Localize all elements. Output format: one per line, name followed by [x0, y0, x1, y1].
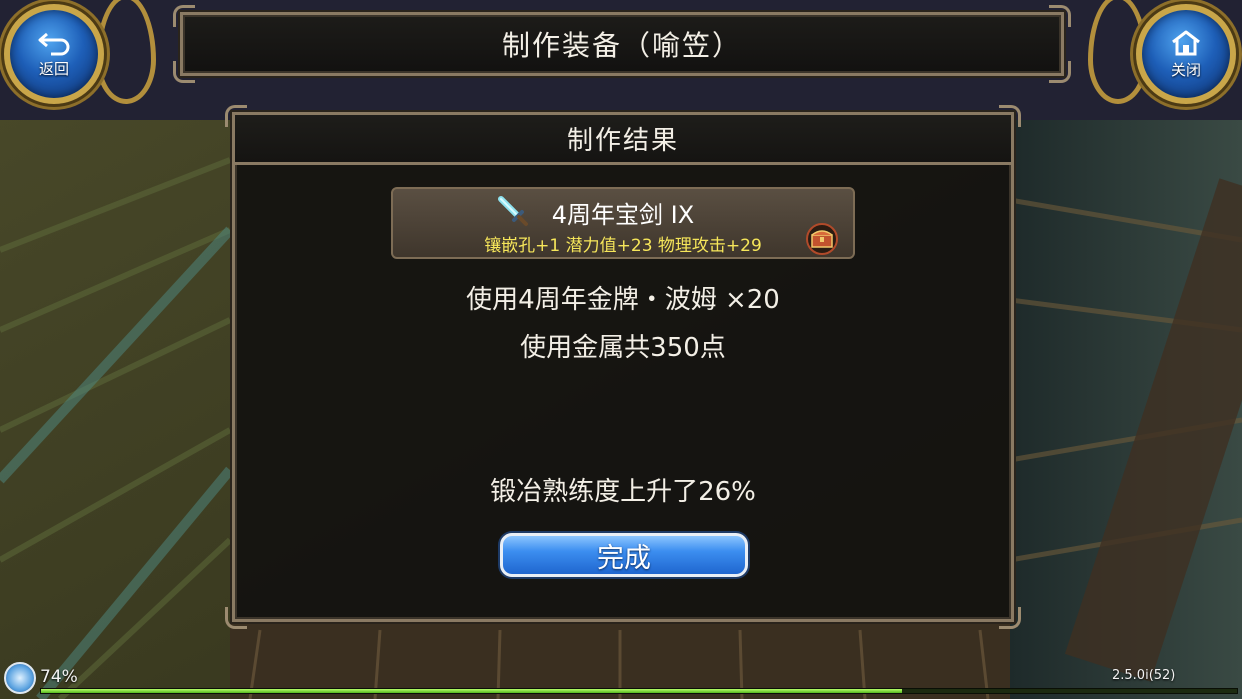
done-button-label: 完成	[597, 542, 651, 574]
done-button[interactable]: 完成	[500, 533, 748, 577]
frame-corner	[1049, 5, 1071, 27]
battery-percentage: 74%	[40, 667, 78, 687]
treasure-chest-icon	[806, 223, 838, 255]
item-name: 4周年宝剑 IX	[551, 201, 695, 229]
back-label: 返回	[38, 59, 69, 78]
experience-bar-fill	[41, 689, 903, 693]
frame-corner	[173, 5, 195, 27]
material-used-metal: 使用金属共350点	[520, 333, 726, 363]
craft-result-panel: 制作结果 4周年宝剑 IX 镶嵌孔+1 潜力值+23 物理攻击+29 使用4周年…	[225, 105, 1021, 629]
connection-status-icon	[4, 662, 36, 694]
frame-corner	[999, 607, 1021, 629]
smithing-proficiency-gain: 锻冶熟练度上升了26%	[490, 477, 756, 507]
page-title: 制作装备（喻笠）	[501, 29, 742, 62]
close-label: 关闭	[1170, 60, 1201, 79]
back-button[interactable]: 返回	[4, 4, 104, 104]
frame-corner	[173, 61, 195, 83]
material-used-medal: 使用4周年金牌・波姆 ×20	[466, 285, 780, 315]
header-bar: 制作装备（喻笠）	[173, 5, 1071, 83]
panel-header: 制作结果	[235, 115, 1011, 165]
experience-bar	[40, 688, 1238, 694]
close-button[interactable]: 关闭	[1136, 4, 1236, 104]
return-arrow-icon	[38, 32, 70, 55]
crafted-item-card[interactable]: 4周年宝剑 IX 镶嵌孔+1 潜力值+23 物理攻击+29	[391, 187, 855, 259]
version-label: 2.5.0i(52)	[1112, 668, 1176, 683]
panel-title: 制作结果	[566, 126, 679, 156]
frame-corner	[1049, 61, 1071, 83]
item-stats: 镶嵌孔+1 潜力值+23 物理攻击+29	[484, 236, 762, 256]
frame-corner	[225, 607, 247, 629]
home-icon	[1172, 30, 1200, 55]
gold-ornament-left	[96, 0, 156, 104]
